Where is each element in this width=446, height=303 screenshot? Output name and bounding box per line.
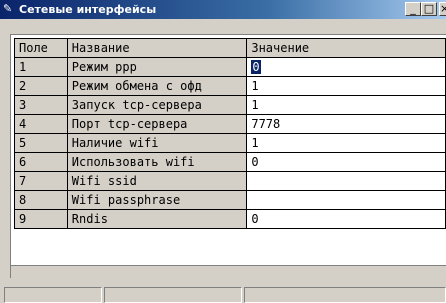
close-button[interactable]: ×: [439, 2, 446, 16]
name-cell: Использовать wifi: [66, 152, 248, 172]
value-cell[interactable]: 7778: [246, 114, 446, 134]
name-cell: Порт tcp-сервера: [66, 114, 248, 134]
value-cell[interactable]: 0: [246, 152, 446, 172]
grid-footer-strip: [11, 265, 446, 278]
value-cell[interactable]: [246, 171, 446, 191]
column-header-field[interactable]: Поле: [14, 38, 68, 58]
settings-table: Поле Название Значение 1 Режим ppp 0 2 Режим…: [14, 38, 446, 229]
settings-grid: Поле Название Значение 1 Режим ppp 0 2 Режим…: [10, 34, 446, 278]
name-cell: Rndis: [66, 209, 248, 229]
field-number-cell: 5: [14, 133, 68, 153]
value-cell[interactable]: [246, 190, 446, 210]
app-icon: ✎: [3, 2, 13, 15]
selected-value[interactable]: 0: [251, 60, 261, 74]
value-cell[interactable]: 0: [246, 209, 446, 229]
name-cell: Режим ppp: [66, 57, 248, 77]
name-cell: Запуск tcp-сервера: [66, 95, 248, 115]
name-cell: Wifi ssid: [66, 171, 248, 191]
window-title: Сетевые интерфейсы: [19, 3, 157, 16]
table-row[interactable]: 5 Наличие wifi 1: [14, 133, 446, 153]
field-number-cell: 2: [14, 76, 68, 96]
table-row[interactable]: 6 Использовать wifi 0: [14, 152, 446, 172]
window: ✎ Сетевые интерфейсы _ □ × Поле Название…: [0, 0, 446, 303]
field-number-cell: 9: [14, 209, 68, 229]
value-cell[interactable]: 0: [246, 57, 446, 77]
name-cell: Wifi passphrase: [66, 190, 248, 210]
field-number-cell: 1: [14, 57, 68, 77]
value-cell[interactable]: 1: [246, 133, 446, 153]
status-bar: [0, 284, 446, 303]
table-row[interactable]: 1 Режим ppp 0: [14, 57, 446, 77]
column-header-name[interactable]: Название: [66, 38, 248, 58]
field-number-cell: 6: [14, 152, 68, 172]
value-cell[interactable]: 1: [246, 95, 446, 115]
status-panel-3: [244, 287, 446, 303]
field-number-cell: 7: [14, 171, 68, 191]
table-row[interactable]: 7 Wifi ssid: [14, 171, 446, 191]
table-row[interactable]: 8 Wifi passphrase: [14, 190, 446, 210]
field-number-cell: 4: [14, 114, 68, 134]
minimize-button[interactable]: _: [405, 2, 421, 16]
maximize-button[interactable]: □: [421, 2, 437, 16]
name-cell: Режим обмена с офд: [66, 76, 248, 96]
name-cell: Наличие wifi: [66, 133, 248, 153]
table-row[interactable]: 9 Rndis 0: [14, 209, 446, 229]
column-header-value[interactable]: Значение: [246, 38, 446, 58]
value-cell[interactable]: 1: [246, 76, 446, 96]
table-row[interactable]: 3 Запуск tcp-сервера 1: [14, 95, 446, 115]
title-bar[interactable]: ✎ Сетевые интерфейсы _ □ ×: [0, 0, 446, 19]
header-row: Поле Название Значение: [14, 38, 446, 58]
status-panel-2: [104, 287, 242, 303]
table-row[interactable]: 4 Порт tcp-сервера 7778: [14, 114, 446, 134]
status-panel-1: [4, 287, 102, 303]
field-number-cell: 3: [14, 95, 68, 115]
table-row[interactable]: 2 Режим обмена с офд 1: [14, 76, 446, 96]
field-number-cell: 8: [14, 190, 68, 210]
